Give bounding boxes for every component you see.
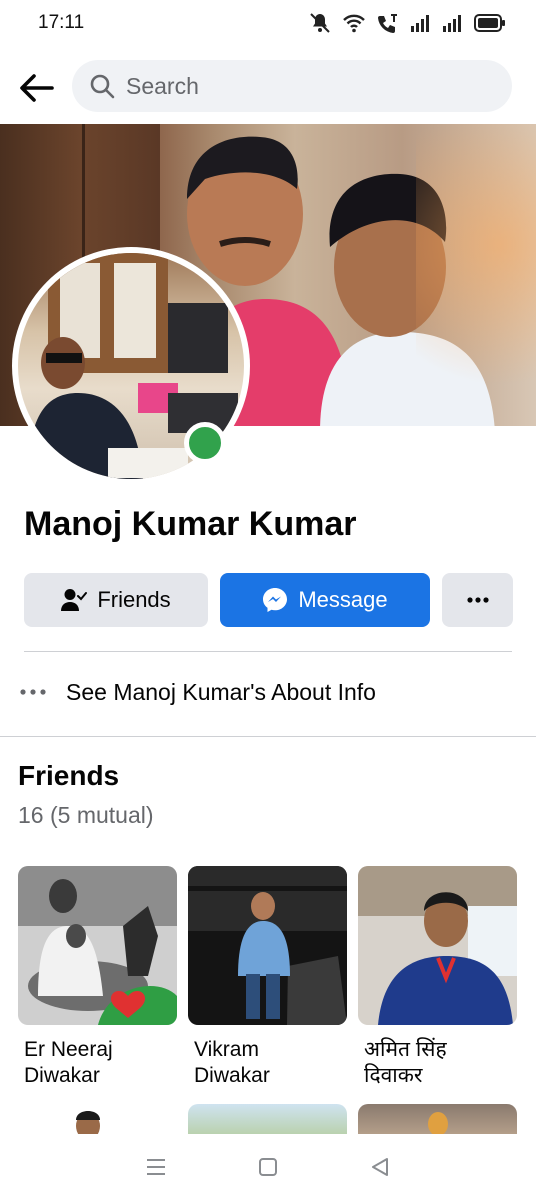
about-info-link[interactable]: See Manoj Kumar's About Info: [18, 668, 518, 716]
message-button[interactable]: Message: [220, 573, 430, 627]
friend-name: Vikram Diwakar: [194, 1038, 270, 1087]
friend-card-partial[interactable]: [358, 1104, 517, 1138]
signal-icon: [442, 14, 464, 32]
friends-section-title[interactable]: Friends: [18, 760, 119, 792]
back-button[interactable]: [14, 66, 58, 110]
friend-card-partial[interactable]: [18, 1104, 177, 1138]
wifi-icon: [342, 13, 366, 33]
status-bar: 17:11: [0, 0, 536, 48]
arrow-left-icon: [20, 74, 54, 102]
system-nav-bar: [0, 1134, 536, 1200]
divider: [24, 651, 512, 652]
friend-name: Er Neeraj Diwakar: [24, 1038, 113, 1087]
signal-icon: [410, 14, 432, 32]
volte-call-icon: [376, 13, 400, 33]
friend-name: अमित सिंह दिवाकर: [364, 1038, 447, 1087]
home-square-icon[interactable]: [248, 1147, 288, 1187]
friend-card-partial[interactable]: [188, 1104, 347, 1138]
online-status-dot: [184, 422, 226, 464]
friend-card[interactable]: Er Neeraj Diwakar: [18, 866, 177, 1089]
battery-icon: [474, 14, 506, 32]
messenger-icon: [262, 587, 288, 613]
more-dots-icon: [18, 689, 48, 695]
menu-icon[interactable]: [136, 1147, 176, 1187]
status-time: 17:11: [38, 12, 85, 33]
section-separator: [0, 736, 536, 737]
friend-photo: [188, 866, 347, 1025]
person-check-icon: [61, 588, 88, 612]
profile-name: Manoj Kumar Kumar: [24, 505, 357, 543]
more-options-button[interactable]: [442, 573, 513, 627]
search-input[interactable]: [126, 72, 446, 100]
about-info-label: See Manoj Kumar's About Info: [66, 678, 376, 705]
search-icon: [88, 72, 116, 100]
mute-icon: [308, 12, 332, 34]
friend-photo: [358, 866, 517, 1025]
search-bar[interactable]: [72, 60, 512, 112]
cover-light-glow: [416, 124, 536, 426]
more-dots-icon: [466, 597, 489, 603]
friend-card[interactable]: Vikram Diwakar: [188, 866, 347, 1089]
friend-photo: [18, 866, 177, 1025]
friend-card[interactable]: अमित सिंह दिवाकर: [358, 866, 517, 1089]
friend-photo: [76, 1111, 100, 1138]
back-triangle-icon[interactable]: [360, 1147, 400, 1187]
friends-button-label: Friends: [97, 587, 171, 612]
friend-photo: [428, 1112, 448, 1136]
status-icons: [308, 12, 506, 34]
message-button-label: Message: [298, 587, 388, 612]
friends-count: 16 (5 mutual): [18, 802, 154, 828]
friends-button[interactable]: Friends: [24, 573, 208, 627]
